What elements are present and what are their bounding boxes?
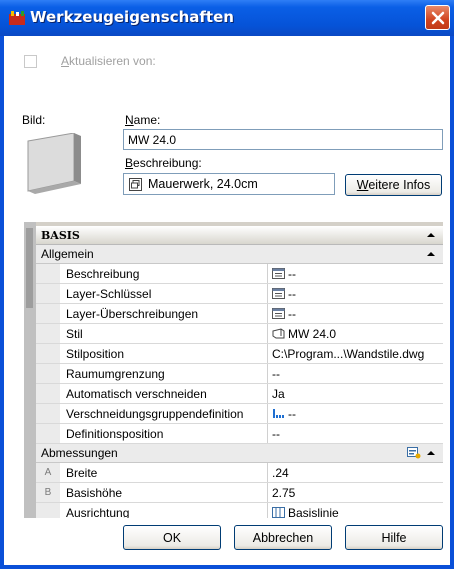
description-field[interactable]: Mauerwerk, 24.0cm	[123, 173, 335, 195]
property-row-ausrichtung[interactable]: Ausrichtung Basislinie	[36, 503, 443, 518]
property-row-basishoehe[interactable]: B Basishöhe 2.75	[36, 483, 443, 503]
property-value[interactable]: --	[268, 404, 443, 423]
row-marker	[36, 404, 60, 423]
property-value[interactable]: Ja	[268, 384, 443, 403]
property-key: Breite	[60, 463, 268, 482]
list-icon	[272, 288, 285, 299]
style-icon	[272, 328, 285, 339]
row-marker	[36, 324, 60, 343]
property-key: Automatisch verschneiden	[60, 384, 268, 403]
property-key: Stilposition	[60, 344, 268, 363]
property-value[interactable]: --	[268, 284, 443, 303]
property-key: Raumumgrenzung	[60, 364, 268, 383]
cancel-button[interactable]: Abbrechen	[234, 525, 332, 550]
row-marker	[36, 344, 60, 363]
property-value-text: .24	[272, 466, 289, 480]
property-key: Layer-Schlüssel	[60, 284, 268, 303]
property-key: Definitionsposition	[60, 424, 268, 443]
property-value-text: --	[272, 367, 280, 381]
property-value-text: --	[288, 267, 296, 281]
palette-side-bar[interactable]	[24, 222, 36, 518]
group-header-abmessungen[interactable]: Abmessungen	[36, 444, 443, 463]
property-key: Basishöhe	[60, 483, 268, 502]
ok-button[interactable]: OK	[123, 525, 221, 550]
property-value-text: Basislinie	[288, 506, 339, 518]
row-marker	[36, 364, 60, 383]
property-value[interactable]: --	[268, 264, 443, 283]
align-icon	[272, 507, 285, 518]
collapse-arrow-icon[interactable]	[427, 451, 435, 455]
properties-window: Werkzeugeigenschaften Aktualisieren von:…	[0, 0, 454, 569]
property-value-text: C:\Program...\Wandstile.dwg	[272, 347, 425, 361]
property-grid: BASIS Allgemein Beschreibung -- Layer-Schl…	[36, 226, 443, 518]
property-key: Stil	[60, 324, 268, 343]
row-marker	[36, 503, 60, 518]
app-icon	[9, 11, 25, 25]
property-row-automatisch-verschneiden[interactable]: Automatisch verschneiden Ja	[36, 384, 443, 404]
list-icon	[272, 268, 285, 279]
row-marker: A	[36, 463, 60, 482]
property-value-text: --	[288, 407, 296, 421]
tool-preview-image	[27, 133, 81, 194]
property-palette: BASIS Allgemein Beschreibung -- Layer-Schl…	[24, 222, 443, 518]
name-input[interactable]: MW 24.0	[123, 129, 443, 150]
description-icon	[129, 178, 142, 191]
row-marker	[36, 304, 60, 323]
property-value[interactable]: --	[268, 364, 443, 383]
property-value[interactable]: --	[268, 304, 443, 323]
update-label: Aktualisieren von:	[61, 54, 156, 68]
image-label: Bild:	[22, 113, 46, 127]
property-value[interactable]: .24	[268, 463, 443, 482]
property-value-text: --	[288, 307, 296, 321]
property-row-stilposition[interactable]: Stilposition C:\Program...\Wandstile.dwg	[36, 344, 443, 364]
property-value[interactable]: C:\Program...\Wandstile.dwg	[268, 344, 443, 363]
property-key: Layer-Überschreibungen	[60, 304, 268, 323]
collapse-arrow-icon[interactable]	[427, 252, 435, 256]
description-value: Mauerwerk, 24.0cm	[148, 177, 258, 191]
quick-select-icon[interactable]	[407, 447, 421, 459]
group-icon	[273, 409, 284, 418]
description-label: Beschreibung:	[125, 156, 202, 170]
property-value-text: 2.75	[272, 486, 296, 500]
row-marker	[36, 384, 60, 403]
row-marker	[36, 424, 60, 443]
property-key: Verschneidungsgruppendefinition	[60, 404, 268, 423]
row-marker	[36, 264, 60, 283]
help-button[interactable]: Hilfe	[345, 525, 443, 550]
property-value-text: Ja	[272, 387, 285, 401]
row-marker	[36, 284, 60, 303]
property-row-breite[interactable]: A Breite .24	[36, 463, 443, 483]
name-label: Name:	[125, 113, 161, 127]
property-value[interactable]: 2.75	[268, 483, 443, 502]
more-info-button[interactable]: Weitere Infos	[345, 174, 442, 196]
list-icon	[272, 308, 285, 319]
property-row-layer-ueberschreibungen[interactable]: Layer-Überschreibungen --	[36, 304, 443, 324]
close-button[interactable]	[425, 5, 450, 30]
property-value[interactable]: --	[268, 424, 443, 443]
row-marker: B	[36, 483, 60, 502]
property-row-stil[interactable]: Stil MW 24.0	[36, 324, 443, 344]
property-key: Ausrichtung	[60, 503, 268, 518]
dialog-client: Aktualisieren von: Bild: Name: MW 24.0 B…	[4, 36, 450, 565]
close-icon	[431, 11, 445, 25]
title-bar[interactable]: Werkzeugeigenschaften	[0, 0, 454, 36]
update-checkbox[interactable]	[24, 55, 37, 68]
category-header[interactable]: BASIS	[36, 226, 443, 245]
collapse-arrow-icon[interactable]	[427, 233, 435, 237]
property-value-text: MW 24.0	[288, 327, 337, 341]
property-value[interactable]: Basislinie	[268, 503, 443, 518]
property-row-beschreibung[interactable]: Beschreibung --	[36, 264, 443, 284]
property-value[interactable]: MW 24.0	[268, 324, 443, 343]
property-row-layer-schluessel[interactable]: Layer-Schlüssel --	[36, 284, 443, 304]
property-row-verschneidungsgruppendefinition[interactable]: Verschneidungsgruppendefinition --	[36, 404, 443, 424]
property-value-text: --	[288, 287, 296, 301]
property-row-raumumgrenzung[interactable]: Raumumgrenzung --	[36, 364, 443, 384]
group-header-allgemein[interactable]: Allgemein	[36, 245, 443, 264]
window-title: Werkzeugeigenschaften	[30, 8, 234, 26]
property-key: Beschreibung	[60, 264, 268, 283]
property-row-definitionsposition[interactable]: Definitionsposition --	[36, 424, 443, 444]
property-value-text: --	[272, 427, 280, 441]
